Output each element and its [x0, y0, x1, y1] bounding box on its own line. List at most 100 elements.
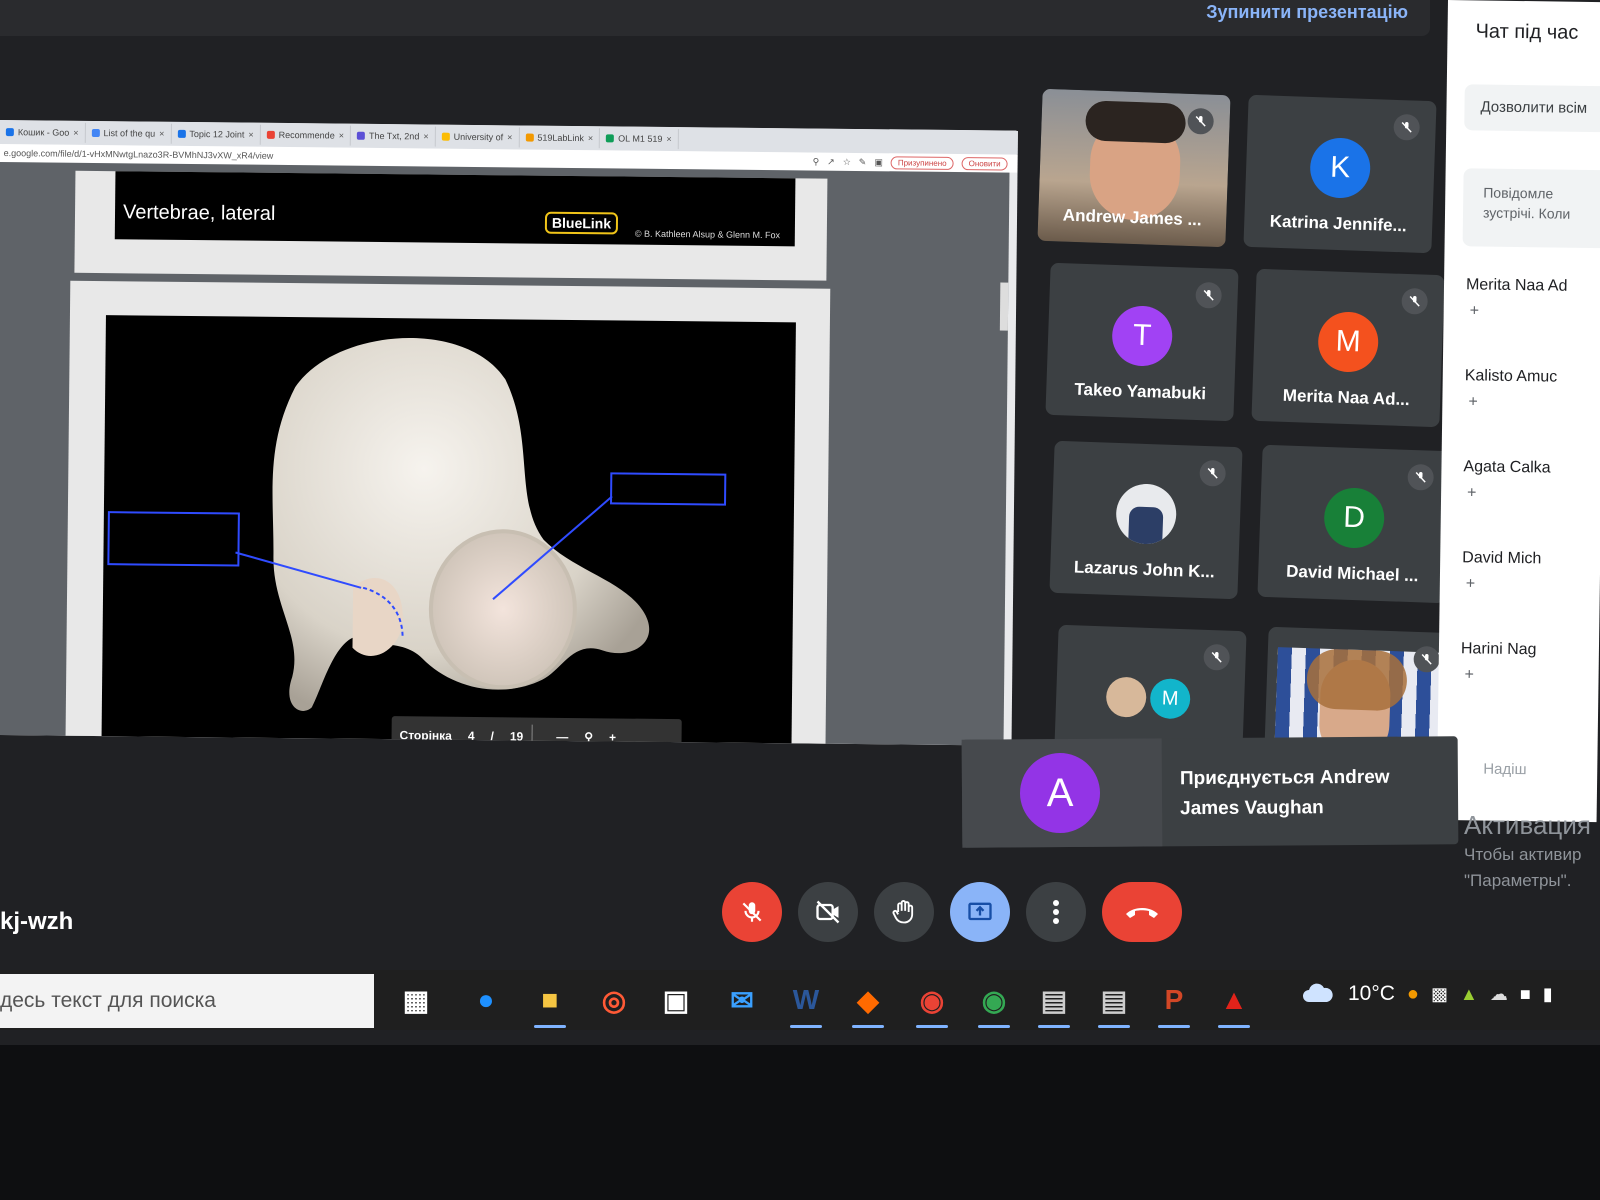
file-explorer-icon[interactable]: ■	[530, 980, 570, 1028]
browser-tab[interactable]: Topic 12 Joint ×	[171, 123, 261, 145]
join-notification: A Приєднується Andrew James Vaughan	[961, 736, 1459, 848]
page-label: Сторінка	[399, 728, 452, 743]
tab-label: 519LabLink	[537, 132, 585, 144]
participant-tile[interactable]: D David Michael ...	[1257, 444, 1451, 604]
join-message: Приєднується Andrew James Vaughan	[1179, 766, 1390, 820]
app-icon[interactable]: ◎	[594, 980, 634, 1020]
pdf-page-toolbar: Сторінка 4 / 19 — ⚲ +	[391, 716, 682, 746]
star-icon[interactable]: ☆	[843, 156, 851, 167]
powerpoint-icon[interactable]: P	[1154, 980, 1194, 1028]
app-icon[interactable]: ◆	[848, 980, 888, 1028]
browser-tab[interactable]: University of ×	[435, 126, 520, 148]
mic-toggle-button[interactable]	[722, 882, 782, 942]
store-icon[interactable]: ▣	[656, 980, 696, 1020]
extensions-icon[interactable]: ✎	[859, 156, 867, 167]
running-indicator	[534, 1025, 566, 1028]
browser-tab[interactable]: 519LabLink ×	[519, 127, 601, 149]
acrobat-icon[interactable]: ▲	[1214, 980, 1254, 1028]
task-view-icon[interactable]: ▦	[396, 980, 436, 1020]
browser-tab[interactable]: OL M1 519 ×	[600, 128, 679, 150]
avatar: A	[1019, 752, 1101, 834]
monitor-screen: Зупинити презентацію Кошик - Goo × List of…	[0, 0, 1600, 1045]
add-reaction-button[interactable]: +	[1466, 575, 1476, 593]
update-button[interactable]: Оновити	[961, 156, 1008, 171]
zoom-icon[interactable]: ⚲	[576, 730, 601, 744]
avatar	[1105, 676, 1147, 718]
camera-toggle-button[interactable]	[798, 882, 858, 942]
leave-call-button[interactable]	[1102, 882, 1182, 942]
mail-icon[interactable]: ✉	[722, 980, 762, 1020]
app-icon[interactable]: ▤	[1034, 980, 1074, 1028]
slide-page-top: Vertebrae, lateral BlueLink © B. Kathlee…	[74, 170, 828, 281]
close-icon[interactable]: ×	[248, 130, 253, 140]
participant-name: Takeo Yamabuki	[1074, 379, 1207, 404]
muted-mic-icon	[1401, 287, 1429, 315]
add-reaction-button[interactable]: +	[1464, 666, 1474, 684]
label-box-right	[610, 472, 727, 506]
participant-tile[interactable]: M Merita Naa Ad...	[1251, 268, 1445, 428]
close-icon[interactable]: ×	[73, 128, 78, 138]
raise-hand-button[interactable]	[874, 882, 934, 942]
participant-tile[interactable]: Andrew James ...	[1037, 88, 1231, 248]
security-icon[interactable]: ■	[1520, 984, 1531, 1005]
browser-tab[interactable]: List of the qu ×	[85, 122, 172, 144]
muted-mic-icon	[1195, 281, 1223, 309]
temperature[interactable]: 10°C	[1348, 982, 1395, 1006]
add-reaction-button[interactable]: +	[1470, 302, 1480, 320]
present-screen-button[interactable]	[950, 882, 1010, 942]
weather-cloud-icon[interactable]	[1300, 982, 1336, 1006]
browser-tab[interactable]: Кошик - Goo ×	[0, 121, 86, 143]
cloud-sync-icon[interactable]: ☁	[1490, 984, 1508, 1005]
participant-tile[interactable]: T Takeo Yamabuki	[1045, 262, 1239, 422]
word-icon[interactable]: W	[786, 980, 826, 1028]
chrome-icon[interactable]: ◉	[912, 980, 952, 1028]
notification-icon[interactable]: ●	[1407, 983, 1419, 1006]
slide-header-bar: Vertebrae, lateral BlueLink © B. Kathlee…	[114, 171, 796, 247]
url-text: e.google.com/file/d/1-vHxMNwtgLnazo3R-BV…	[3, 148, 274, 161]
person-icon	[177, 129, 186, 138]
tab-label: Кошик - Goo	[17, 127, 70, 138]
edge-icon[interactable]: ●	[466, 980, 506, 1020]
browser-tab[interactable]: Recommende ×	[260, 124, 352, 146]
activation-line2: "Параметры".	[1464, 871, 1572, 890]
close-icon[interactable]: ×	[339, 131, 344, 141]
chat-participant: Harini Nag	[1460, 640, 1537, 659]
tab-label: List of the qu	[103, 128, 156, 139]
total-pages: 19	[509, 729, 524, 744]
camera-off-icon	[816, 900, 840, 924]
allow-everyone-toggle[interactable]: Дозволити всім	[1464, 84, 1600, 133]
chat-panel: Чат під час Дозволити всім Повідомле зус…	[1436, 0, 1600, 823]
add-reaction-button[interactable]: +	[1467, 484, 1477, 502]
sidepanel-icon[interactable]: ▣	[874, 157, 883, 168]
share-icon[interactable]: ↗	[827, 156, 835, 167]
network-icon[interactable]: ▲	[1460, 984, 1478, 1005]
close-icon[interactable]: ×	[159, 129, 164, 139]
zoom-in-button[interactable]: +	[601, 730, 624, 744]
hair-shape	[1305, 648, 1408, 712]
microphone-icon[interactable]: ▮	[1543, 984, 1553, 1005]
stop-presenting-button[interactable]: Зупинити презентацію	[1206, 2, 1408, 23]
close-icon[interactable]: ×	[423, 131, 428, 141]
tab-label: The Txt, 2nd	[368, 130, 420, 142]
participant-tile[interactable]: Lazarus John K...	[1049, 440, 1243, 600]
close-icon[interactable]: ×	[507, 132, 512, 142]
pdf-viewer[interactable]: Vertebrae, lateral BlueLink © B. Kathlee…	[0, 161, 1010, 746]
taskbar-search-input[interactable]: десь текст для поиска	[0, 974, 374, 1028]
device-icon[interactable]: ▩	[1431, 984, 1448, 1005]
close-icon[interactable]: ×	[588, 133, 593, 143]
zoom-out-button[interactable]: —	[548, 730, 576, 744]
more-options-button[interactable]	[1026, 882, 1086, 942]
browser-tab[interactable]: The Txt, 2nd ×	[350, 125, 436, 147]
chat-note-line1: Повідомле	[1483, 184, 1554, 202]
chrome-profile-icon[interactable]: ◉	[974, 980, 1014, 1028]
app-icon[interactable]: ▤	[1094, 980, 1134, 1028]
paused-profile-button[interactable]: Призупинено	[890, 155, 954, 170]
participant-tile[interactable]: K Katrina Jennife...	[1243, 94, 1437, 254]
chat-message-input[interactable]: Надіш	[1483, 761, 1527, 779]
add-reaction-button[interactable]: +	[1468, 393, 1478, 411]
current-page[interactable]: 4	[460, 729, 483, 743]
zoom-icon[interactable]: ⚲	[813, 156, 820, 167]
participant-name: Merita Naa Ad...	[1282, 385, 1411, 410]
scrollbar-thumb[interactable]	[999, 282, 1009, 331]
close-icon[interactable]: ×	[666, 134, 671, 144]
